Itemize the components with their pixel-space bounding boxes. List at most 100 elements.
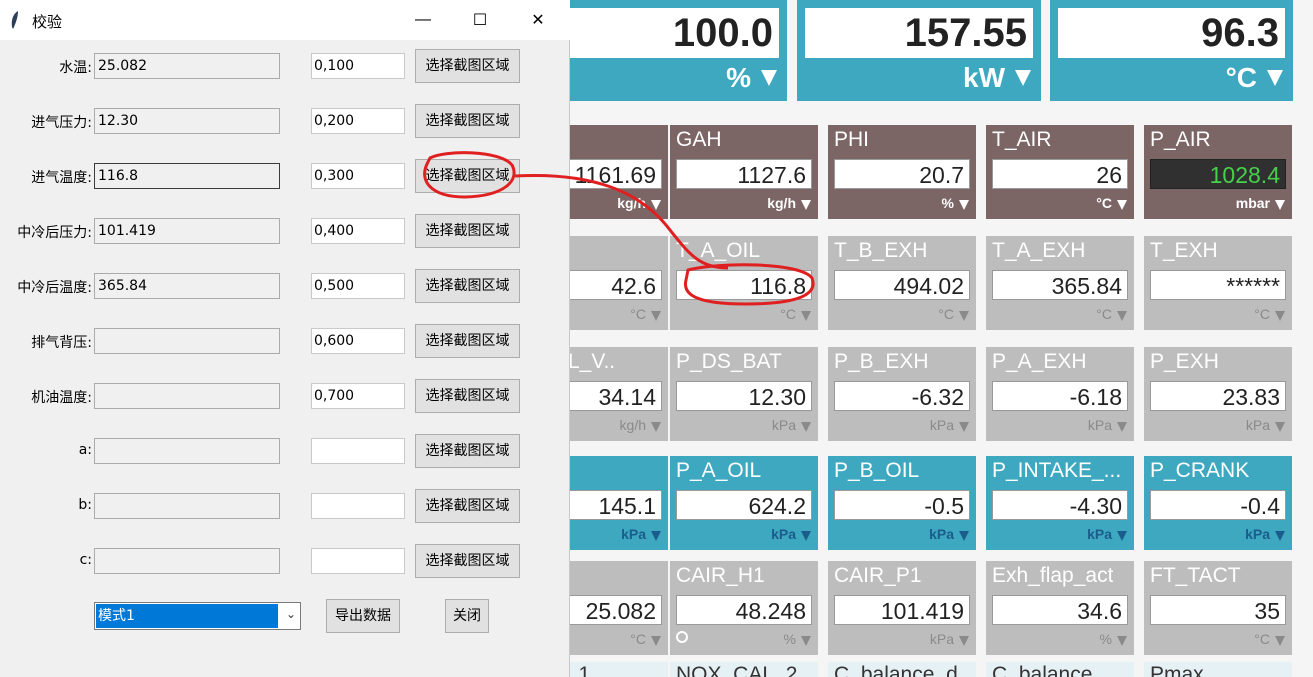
readout-field[interactable]: 365.84	[94, 273, 280, 299]
region-input[interactable]	[311, 548, 405, 574]
sensor-name: P_A_OIL	[676, 459, 762, 482]
sensor-value: 35	[1150, 595, 1286, 625]
title-bar[interactable]: 校验 — ☐ ✕	[0, 0, 570, 40]
region-input[interactable]: 0,500	[311, 273, 405, 299]
close-window-button[interactable]: ✕	[515, 0, 561, 40]
top-card: 100.0 %	[555, 0, 787, 101]
feather-icon	[11, 11, 18, 29]
mode-select[interactable]: 模式1 ⌄	[94, 602, 301, 630]
dropdown-arrow-icon[interactable]	[959, 636, 969, 646]
window-title: 校验	[32, 13, 63, 31]
readout-field[interactable]	[94, 328, 280, 354]
dropdown-arrow-icon[interactable]	[651, 311, 661, 321]
dropdown-arrow-icon[interactable]	[1117, 422, 1127, 432]
sensor-unit: °C	[1096, 195, 1112, 211]
sensor-unit: %	[941, 195, 954, 211]
sensor-value: 365.84	[992, 270, 1128, 300]
sensor-tile: P_AIR 1028.4 mbar	[1144, 125, 1292, 219]
region-input[interactable]: 0,100	[311, 53, 405, 79]
close-button[interactable]: 关闭	[445, 599, 489, 633]
region-input[interactable]	[311, 438, 405, 464]
dropdown-arrow-icon[interactable]	[1275, 200, 1285, 210]
dropdown-arrow-icon[interactable]	[1275, 636, 1285, 646]
dropdown-arrow-icon[interactable]	[959, 422, 969, 432]
sensor-value: 48.248	[676, 595, 812, 625]
readout-field[interactable]: 25.082	[94, 53, 280, 79]
dropdown-arrow-icon[interactable]	[651, 636, 661, 646]
dropdown-arrow-icon[interactable]	[1117, 531, 1127, 541]
minimize-button[interactable]: —	[400, 0, 446, 40]
select-region-button[interactable]: 选择截图区域	[415, 104, 520, 138]
select-region-button[interactable]: 选择截图区域	[415, 434, 520, 468]
dropdown-arrow-icon[interactable]	[801, 200, 811, 210]
sensor-name: P_B_OIL	[834, 459, 920, 482]
field-label: 中冷后温度:	[17, 280, 92, 296]
sensor-unit: kg/h	[619, 417, 646, 433]
sensor-unit: °C	[630, 631, 646, 647]
region-input[interactable]	[311, 493, 405, 519]
dropdown-arrow-icon[interactable]	[1275, 422, 1285, 432]
dropdown-arrow-icon[interactable]	[1267, 70, 1283, 86]
dropdown-arrow-icon[interactable]	[801, 531, 811, 541]
dropdown-arrow-icon[interactable]	[959, 531, 969, 541]
readout-field[interactable]: 101.419	[94, 218, 280, 244]
disabled-icon	[676, 631, 688, 643]
sensor-name: PHI	[834, 128, 870, 151]
mode-select-value: 模式1	[96, 604, 278, 628]
select-region-button[interactable]: 选择截图区域	[415, 489, 520, 523]
sensor-name: NOX_CAL_2	[676, 663, 798, 677]
readout-field[interactable]	[94, 438, 280, 464]
dropdown-arrow-icon[interactable]	[1275, 531, 1285, 541]
sensor-value: 20.7	[834, 159, 970, 189]
dropdown-arrow-icon[interactable]	[1275, 311, 1285, 321]
dropdown-arrow-icon[interactable]	[651, 531, 661, 541]
region-input[interactable]: 0,300	[311, 163, 405, 189]
dropdown-arrow-icon[interactable]	[801, 311, 811, 321]
sensor-name: T_AIR	[992, 128, 1052, 151]
sensor-tile: T_A_EXH 365.84 °C	[986, 236, 1134, 330]
select-region-button[interactable]: 选择截图区域	[415, 269, 520, 303]
region-input[interactable]: 0,700	[311, 383, 405, 409]
select-region-button[interactable]: 选择截图区域	[415, 214, 520, 248]
dropdown-arrow-icon[interactable]	[761, 70, 777, 86]
readout-field[interactable]: 116.8	[94, 163, 280, 189]
dropdown-arrow-icon[interactable]	[651, 422, 661, 432]
dropdown-arrow-icon[interactable]	[801, 636, 811, 646]
readout-field[interactable]	[94, 548, 280, 574]
sensor-tile: P_INTAKE_... -4.30 kPa	[986, 456, 1134, 550]
dropdown-arrow-icon[interactable]	[1117, 200, 1127, 210]
sensor-unit: °C	[938, 306, 954, 322]
select-region-button[interactable]: 选择截图区域	[415, 49, 520, 83]
dropdown-arrow-icon[interactable]	[959, 200, 969, 210]
readout-field[interactable]	[94, 383, 280, 409]
select-region-button[interactable]: 选择截图区域	[415, 324, 520, 358]
dropdown-arrow-icon[interactable]	[651, 200, 661, 210]
close-icon: ✕	[531, 12, 545, 29]
dropdown-arrow-icon[interactable]	[1015, 70, 1031, 86]
sensor-value: -0.4	[1150, 490, 1286, 520]
sensor-value: 494.02	[834, 270, 970, 300]
dropdown-arrow-icon[interactable]	[801, 422, 811, 432]
select-region-button[interactable]: 选择截图区域	[415, 159, 520, 193]
top-card-value: 157.55	[805, 8, 1033, 58]
readout-field[interactable]	[94, 493, 280, 519]
sensor-tile: C_balance_d	[828, 662, 976, 677]
maximize-button[interactable]: ☐	[457, 0, 503, 40]
sensor-unit: kPa	[929, 631, 954, 647]
sensor-unit: kPa	[771, 526, 796, 542]
select-region-button[interactable]: 选择截图区域	[415, 379, 520, 413]
readout-field[interactable]: 12.30	[94, 108, 280, 134]
select-region-button[interactable]: 选择截图区域	[415, 544, 520, 578]
region-input[interactable]: 0,400	[311, 218, 405, 244]
export-data-button[interactable]: 导出数据	[326, 599, 400, 633]
dropdown-arrow-icon[interactable]	[1117, 311, 1127, 321]
sensor-name: P_CRANK	[1150, 459, 1250, 482]
dropdown-arrow-icon[interactable]	[959, 311, 969, 321]
top-card-value: 96.3	[1058, 8, 1285, 58]
dropdown-arrow-icon[interactable]	[1117, 636, 1127, 646]
region-input[interactable]: 0,600	[311, 328, 405, 354]
field-label: 机油温度:	[31, 390, 92, 406]
sensor-value: 101.419	[834, 595, 970, 625]
region-input[interactable]: 0,200	[311, 108, 405, 134]
sensor-value: -0.5	[834, 490, 970, 520]
